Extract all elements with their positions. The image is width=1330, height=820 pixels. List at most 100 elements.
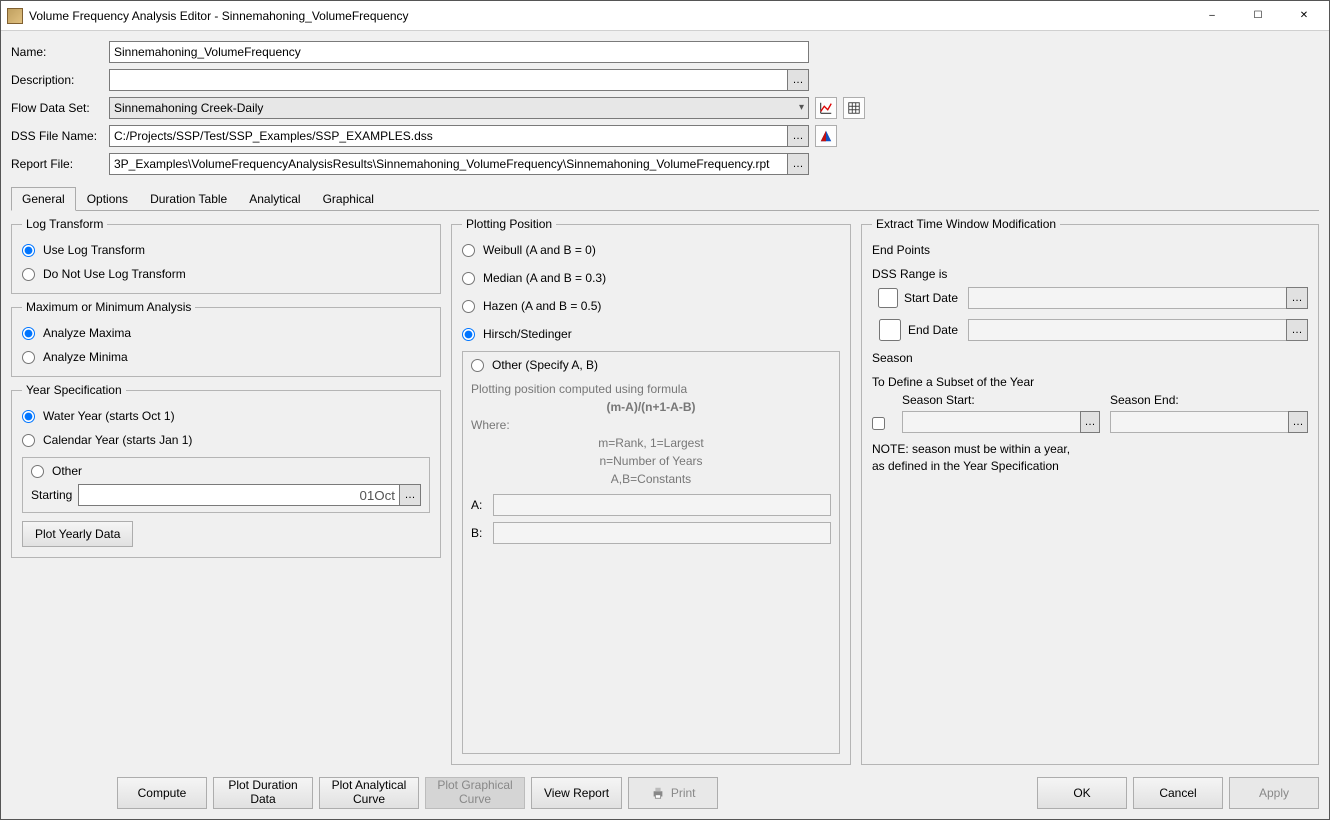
end-date-browse-button[interactable]: … xyxy=(1286,319,1308,341)
water-year-radio[interactable] xyxy=(22,410,35,423)
tab-analytical[interactable]: Analytical xyxy=(238,187,311,211)
table-icon-button[interactable] xyxy=(843,97,865,119)
median-option[interactable]: Median (A and B = 0.3) xyxy=(462,271,840,285)
no-log-transform-label: Do Not Use Log Transform xyxy=(43,267,186,281)
description-browse-button[interactable]: … xyxy=(787,69,809,91)
tab-graphical[interactable]: Graphical xyxy=(312,187,385,211)
season-end-browse-button[interactable]: … xyxy=(1288,411,1308,433)
flow-data-set-combo[interactable]: Sinnemahoning Creek-Daily ▾ xyxy=(109,97,809,119)
content-area: Name: Description: … Flow Data Set: Sinn… xyxy=(1,31,1329,771)
season-end-input[interactable] xyxy=(1110,411,1289,433)
year-other-option[interactable]: Other xyxy=(31,464,421,478)
plotting-other-subgroup: Other (Specify A, B) Plotting position c… xyxy=(462,351,840,754)
maximize-button[interactable]: ☐ xyxy=(1235,1,1281,31)
description-input[interactable] xyxy=(109,69,788,91)
tab-general[interactable]: General xyxy=(11,187,76,211)
formula-intro: Plotting position computed using formula xyxy=(471,380,831,398)
season-start-label: Season Start: xyxy=(902,393,1100,407)
year-other-subgroup: Other Starting … xyxy=(22,457,430,513)
formula-ab: A,B=Constants xyxy=(471,470,831,488)
year-other-radio[interactable] xyxy=(31,465,44,478)
name-input[interactable] xyxy=(109,41,809,63)
start-date-check-label[interactable]: Start Date xyxy=(878,287,958,309)
row-flow-data-set: Flow Data Set: Sinnemahoning Creek-Daily… xyxy=(11,97,1319,119)
analyze-minima-option[interactable]: Analyze Minima xyxy=(22,350,430,364)
close-button[interactable]: ✕ xyxy=(1281,1,1327,31)
water-year-option[interactable]: Water Year (starts Oct 1) xyxy=(22,409,430,423)
season-checkbox[interactable] xyxy=(872,417,885,430)
use-log-transform-radio[interactable] xyxy=(22,244,35,257)
analyze-maxima-radio[interactable] xyxy=(22,327,35,340)
b-input[interactable] xyxy=(493,522,831,544)
report-file-input[interactable] xyxy=(109,153,788,175)
weibull-label: Weibull (A and B = 0) xyxy=(483,243,596,257)
season-start-browse-button[interactable]: … xyxy=(1080,411,1100,433)
ok-button[interactable]: OK xyxy=(1037,777,1127,809)
view-report-button[interactable]: View Report xyxy=(531,777,622,809)
dss-file-browse-button[interactable]: … xyxy=(787,125,809,147)
left-column: Log Transform Use Log Transform Do Not U… xyxy=(11,217,441,765)
water-year-label: Water Year (starts Oct 1) xyxy=(43,409,175,423)
plotting-legend: Plotting Position xyxy=(462,217,556,231)
end-date-check-label[interactable]: End Date xyxy=(878,319,958,341)
report-file-browse-button[interactable]: … xyxy=(787,153,809,175)
dss-file-input[interactable] xyxy=(109,125,788,147)
hirsch-radio[interactable] xyxy=(462,328,475,341)
plotting-other-radio[interactable] xyxy=(471,359,484,372)
histogram-icon-button[interactable] xyxy=(815,125,837,147)
season-grid: Season Start: … Season End: … xyxy=(872,393,1308,433)
use-log-transform-option[interactable]: Use Log Transform xyxy=(22,243,430,257)
print-button: Print xyxy=(628,777,718,809)
median-radio[interactable] xyxy=(462,272,475,285)
minimize-button[interactable]: – xyxy=(1189,1,1235,31)
no-log-transform-option[interactable]: Do Not Use Log Transform xyxy=(22,267,430,281)
analyze-maxima-option[interactable]: Analyze Maxima xyxy=(22,326,430,340)
hirsch-label: Hirsch/Stedinger xyxy=(483,327,572,341)
flow-data-set-label: Flow Data Set: xyxy=(11,101,109,115)
end-date-input[interactable] xyxy=(968,319,1287,341)
compute-button[interactable]: Compute xyxy=(117,777,207,809)
name-label: Name: xyxy=(11,45,109,59)
season-start-input[interactable] xyxy=(902,411,1081,433)
calendar-year-radio[interactable] xyxy=(22,434,35,447)
weibull-option[interactable]: Weibull (A and B = 0) xyxy=(462,243,840,257)
tab-duration-table[interactable]: Duration Table xyxy=(139,187,238,211)
hirsch-option[interactable]: Hirsch/Stedinger xyxy=(462,327,840,341)
start-date-browse-button[interactable]: … xyxy=(1286,287,1308,309)
analyze-minima-radio[interactable] xyxy=(22,351,35,364)
starting-browse-button[interactable]: … xyxy=(399,484,421,506)
start-date-row: Start Date … xyxy=(878,287,1308,309)
flow-data-set-value: Sinnemahoning Creek-Daily xyxy=(114,101,263,115)
plot-yearly-data-button[interactable]: Plot Yearly Data xyxy=(22,521,133,547)
no-log-transform-radio[interactable] xyxy=(22,268,35,281)
apply-button: Apply xyxy=(1229,777,1319,809)
formula-m: m=Rank, 1=Largest xyxy=(471,434,831,452)
calendar-year-label: Calendar Year (starts Jan 1) xyxy=(43,433,192,447)
log-transform-group: Log Transform Use Log Transform Do Not U… xyxy=(11,217,441,294)
plotting-other-label: Other (Specify A, B) xyxy=(492,358,598,372)
end-points-label: End Points xyxy=(872,243,1308,257)
starting-input[interactable] xyxy=(78,484,400,506)
plot-graphical-curve-button: Plot Graphical Curve xyxy=(425,777,525,809)
start-date-checkbox[interactable] xyxy=(878,287,898,309)
season-note: NOTE: season must be within a year, as d… xyxy=(872,441,1308,475)
a-input[interactable] xyxy=(493,494,831,516)
max-min-group: Maximum or Minimum Analysis Analyze Maxi… xyxy=(11,300,441,377)
report-file-label: Report File: xyxy=(11,157,109,171)
analyze-minima-label: Analyze Minima xyxy=(43,350,128,364)
plot-duration-data-button[interactable]: Plot Duration Data xyxy=(213,777,313,809)
cancel-button[interactable]: Cancel xyxy=(1133,777,1223,809)
row-name: Name: xyxy=(11,41,1319,63)
plot-data-icon-button[interactable] xyxy=(815,97,837,119)
hazen-radio[interactable] xyxy=(462,300,475,313)
start-date-input[interactable] xyxy=(968,287,1287,309)
starting-label: Starting xyxy=(31,488,72,502)
calendar-year-option[interactable]: Calendar Year (starts Jan 1) xyxy=(22,433,430,447)
plotting-other-option[interactable]: Other (Specify A, B) xyxy=(471,358,831,372)
weibull-radio[interactable] xyxy=(462,244,475,257)
hazen-label: Hazen (A and B = 0.5) xyxy=(483,299,601,313)
hazen-option[interactable]: Hazen (A and B = 0.5) xyxy=(462,299,840,313)
tab-options[interactable]: Options xyxy=(76,187,139,211)
end-date-checkbox[interactable] xyxy=(878,319,902,341)
plot-analytical-curve-button[interactable]: Plot Analytical Curve xyxy=(319,777,419,809)
